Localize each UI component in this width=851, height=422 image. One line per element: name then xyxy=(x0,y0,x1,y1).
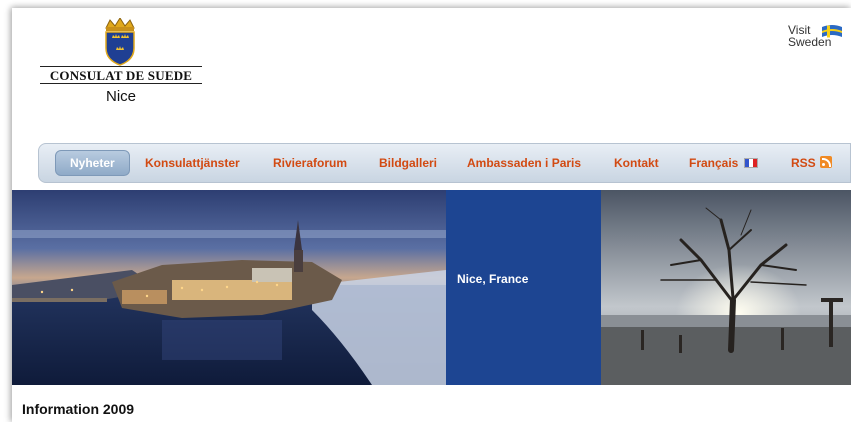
main-navigation: Nyheter Konsulattjänster Rivieraforum Bi… xyxy=(38,143,851,183)
consulate-city: Nice xyxy=(105,88,136,105)
french-flag-icon xyxy=(743,158,758,168)
banner-caption-box: Nice, France xyxy=(446,190,601,385)
logo-divider-bottom xyxy=(40,83,202,84)
rss-icon xyxy=(820,156,833,168)
nav-item-nyheter[interactable]: Nyheter xyxy=(55,150,130,176)
winter-tree-photo xyxy=(601,190,851,385)
page: CONSULAT DE SUEDE Nice Visit Sweden Nyhe… xyxy=(12,8,851,422)
nav-label: Rivieraforum xyxy=(273,156,348,170)
swedish-crest-icon xyxy=(105,18,135,66)
swedish-flag-icon xyxy=(822,25,842,38)
stockholm-evening-photo xyxy=(12,190,446,385)
consulate-title: CONSULAT DE SUEDE xyxy=(49,68,193,83)
nav-label: Kontakt xyxy=(614,156,659,170)
consulate-logo[interactable]: CONSULAT DE SUEDE Nice xyxy=(30,18,212,108)
nav-item-ambassaden[interactable]: Ambassaden i Paris xyxy=(467,151,581,175)
logo-divider-top xyxy=(40,66,202,67)
nav-label: Ambassaden i Paris xyxy=(467,156,582,170)
banner-caption: Nice, France xyxy=(457,272,529,286)
nav-item-konsulattjanster[interactable]: Konsulattjänster xyxy=(145,151,240,175)
nav-item-kontakt[interactable]: Kontakt xyxy=(614,151,659,175)
nav-item-bildgalleri[interactable]: Bildgalleri xyxy=(379,151,437,175)
nav-label: RSS xyxy=(791,156,816,170)
page-heading: Information 2009 xyxy=(22,401,135,417)
nav-item-francais[interactable]: Français xyxy=(689,151,758,175)
nav-item-rivieraforum[interactable]: Rivieraforum xyxy=(273,151,347,175)
nav-item-rss[interactable]: RSS xyxy=(791,151,833,175)
nav-label: Français xyxy=(689,156,739,170)
nav-label: Konsulattjänster xyxy=(145,156,240,170)
visit-sweden-link[interactable]: Visit Sweden xyxy=(782,22,848,56)
nav-label: Nyheter xyxy=(70,156,115,170)
nav-label: Bildgalleri xyxy=(379,156,438,170)
header-banner: Nice, France xyxy=(12,190,851,385)
